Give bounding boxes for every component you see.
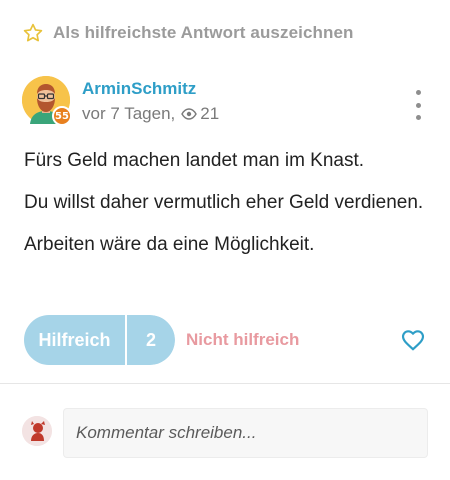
- comment-composer: [22, 408, 428, 458]
- author-name-link[interactable]: ArminSchmitz: [82, 79, 196, 99]
- answer-paragraph: Du willst daher vermutlich eher Geld ver…: [24, 192, 424, 213]
- helpful-button[interactable]: Hilfreich 2: [24, 315, 175, 365]
- answer-author: 55 ArminSchmitz vor 7 Tagen, 21: [22, 76, 432, 128]
- answer-text: Fürs Geld machen landet man im Knast. Du…: [24, 146, 424, 272]
- not-helpful-button[interactable]: Nicht hilfreich: [186, 330, 299, 350]
- post-meta: vor 7 Tagen, 21: [82, 104, 219, 124]
- comment-input[interactable]: [63, 408, 428, 458]
- mark-best-answer-button[interactable]: Als hilfreichste Antwort auszeichnen: [22, 22, 354, 44]
- divider: [0, 383, 450, 384]
- view-count: 21: [200, 104, 220, 123]
- vote-bar: Hilfreich 2 Nicht hilfreich: [24, 315, 426, 365]
- more-options-icon[interactable]: [410, 90, 426, 120]
- avatar[interactable]: 55: [22, 76, 72, 126]
- answer-paragraph: Fürs Geld machen landet man im Knast.: [24, 150, 365, 171]
- post-time: vor 7 Tagen,: [82, 104, 176, 123]
- level-badge: 55: [52, 106, 72, 126]
- mark-best-answer-label: Als hilfreichste Antwort auszeichnen: [53, 23, 354, 42]
- star-outline-icon: [23, 23, 43, 42]
- helpful-count[interactable]: 2: [127, 315, 175, 365]
- answer-paragraph: Arbeiten wäre da eine Möglichkeit.: [24, 234, 315, 255]
- current-user-avatar: [22, 416, 52, 446]
- heart-icon[interactable]: [400, 327, 426, 353]
- eye-icon: [181, 108, 198, 120]
- helpful-label[interactable]: Hilfreich: [24, 315, 125, 365]
